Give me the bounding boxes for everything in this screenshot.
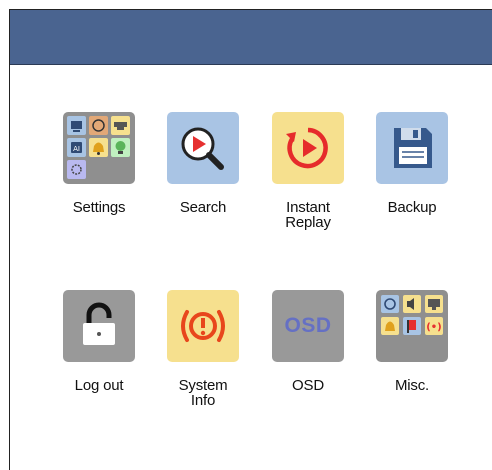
svg-text:(•): (•)	[426, 322, 442, 333]
settings-grid-icon: AI	[63, 112, 135, 184]
logout-button[interactable]: Log out	[63, 290, 135, 393]
system-info-label: System Info	[178, 377, 228, 409]
instant-replay-button[interactable]: Instant Replay	[272, 112, 344, 230]
svg-text:AI: AI	[73, 145, 80, 153]
osd-label: OSD	[292, 377, 324, 394]
floppy-disk-icon	[376, 112, 448, 184]
backup-button[interactable]: Backup	[376, 112, 448, 215]
title-bar	[10, 10, 492, 65]
padlock-icon	[63, 290, 135, 362]
alert-info-icon	[167, 290, 239, 362]
osd-icon-text: OSD	[284, 314, 332, 337]
settings-label: Settings	[72, 199, 126, 216]
misc-button[interactable]: (•) Misc.	[376, 290, 448, 393]
logout-label: Log out	[74, 377, 124, 394]
osd-icon: OSD	[272, 290, 344, 362]
system-info-button[interactable]: System Info	[167, 290, 239, 408]
main-window: AI Settings Search Instant Replay Backup…	[9, 9, 492, 470]
search-label: Search	[179, 199, 227, 216]
search-button[interactable]: Search	[167, 112, 239, 215]
misc-label: Misc.	[395, 377, 429, 394]
misc-grid-icon: (•)	[376, 290, 448, 362]
backup-label: Backup	[387, 199, 437, 216]
instant-replay-icon	[272, 112, 344, 184]
search-play-icon	[167, 112, 239, 184]
settings-button[interactable]: AI Settings	[63, 112, 135, 215]
instant-replay-label: Instant Replay	[285, 199, 331, 231]
osd-button[interactable]: OSD OSD	[272, 290, 344, 393]
